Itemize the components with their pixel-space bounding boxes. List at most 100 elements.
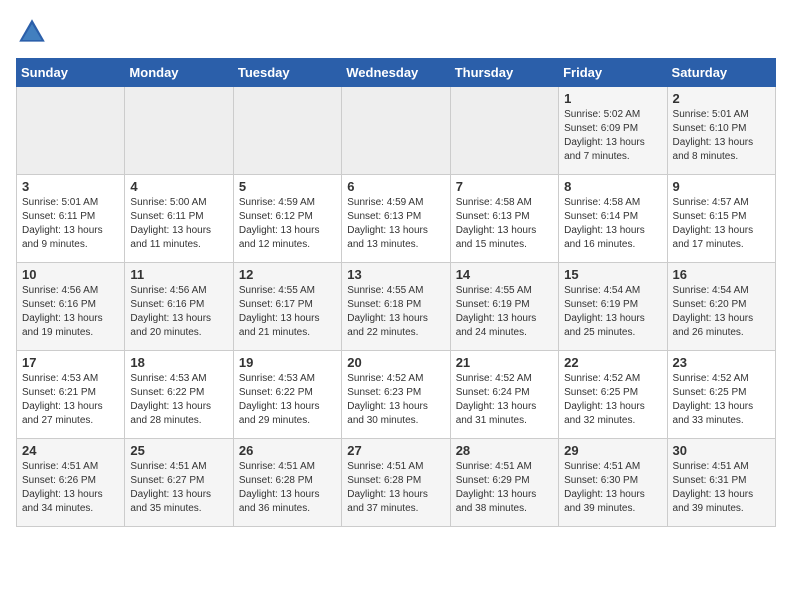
day-number: 7 bbox=[456, 179, 553, 194]
day-number: 30 bbox=[673, 443, 770, 458]
calendar-cell: 13Sunrise: 4:55 AM Sunset: 6:18 PM Dayli… bbox=[342, 263, 450, 351]
calendar-cell: 29 Sunrise: 4:51 AM Sunset: 6:30 PM Dayli… bbox=[559, 439, 667, 527]
weekday-header-saturday: Saturday bbox=[667, 59, 775, 87]
day-number: 21 bbox=[456, 355, 553, 370]
day-number: 25 bbox=[130, 443, 227, 458]
day-number: 20 bbox=[347, 355, 444, 370]
day-number: 8 bbox=[564, 179, 661, 194]
week-row-4: 17 Sunrise: 4:53 AM Sunset: 6:21 PM Dayli… bbox=[17, 351, 776, 439]
weekday-header-monday: Monday bbox=[125, 59, 233, 87]
week-row-3: 10 Sunrise: 4:56 AM Sunset: 6:16 PM Dayli… bbox=[17, 263, 776, 351]
day-number: 19 bbox=[239, 355, 336, 370]
day-info: Sunrise: 4:59 AM Sunset: 6:12 PM Dayligh… bbox=[239, 196, 336, 252]
day-number: 2 bbox=[673, 91, 770, 106]
calendar-cell: 11Sunrise: 4:56 AM Sunset: 6:16 PM Dayli… bbox=[125, 263, 233, 351]
calendar-cell: 16Sunrise: 4:54 AM Sunset: 6:20 PM Dayli… bbox=[667, 263, 775, 351]
day-number: 13 bbox=[347, 267, 444, 282]
day-info: Sunrise: 4:51 AM Sunset: 6:31 PM Dayligh… bbox=[673, 460, 770, 516]
day-number: 3 bbox=[22, 179, 119, 194]
calendar-cell: 6 Sunrise: 4:59 AM Sunset: 6:13 PM Daylig… bbox=[342, 175, 450, 263]
calendar-cell: 19 Sunrise: 4:53 AM Sunset: 6:22 PM Dayli… bbox=[233, 351, 341, 439]
calendar-cell: 22Sunrise: 4:52 AM Sunset: 6:25 PM Dayli… bbox=[559, 351, 667, 439]
calendar-cell: 15 Sunrise: 4:54 AM Sunset: 6:19 PM Dayli… bbox=[559, 263, 667, 351]
day-number: 5 bbox=[239, 179, 336, 194]
day-number: 6 bbox=[347, 179, 444, 194]
day-number: 10 bbox=[22, 267, 119, 282]
calendar-cell bbox=[17, 87, 125, 175]
day-info: Sunrise: 4:55 AM Sunset: 6:19 PM Dayligh… bbox=[456, 284, 553, 340]
weekday-header-wednesday: Wednesday bbox=[342, 59, 450, 87]
day-info: Sunrise: 4:53 AM Sunset: 6:22 PM Dayligh… bbox=[239, 372, 336, 428]
day-info: Sunrise: 4:54 AM Sunset: 6:20 PM Dayligh… bbox=[673, 284, 770, 340]
calendar-cell: 26Sunrise: 4:51 AM Sunset: 6:28 PM Dayli… bbox=[233, 439, 341, 527]
calendar-cell bbox=[125, 87, 233, 175]
header-row: SundayMondayTuesdayWednesdayThursdayFrid… bbox=[17, 59, 776, 87]
calendar-cell: 12 Sunrise: 4:55 AM Sunset: 6:17 PM Dayli… bbox=[233, 263, 341, 351]
day-number: 12 bbox=[239, 267, 336, 282]
calendar-cell: 2 Sunrise: 5:01 AM Sunset: 6:10 PM Daylig… bbox=[667, 87, 775, 175]
calendar-cell: 9 Sunrise: 4:57 AM Sunset: 6:15 PM Daylig… bbox=[667, 175, 775, 263]
day-info: Sunrise: 5:01 AM Sunset: 6:10 PM Dayligh… bbox=[673, 108, 770, 164]
day-info: Sunrise: 4:56 AM Sunset: 6:16 PM Dayligh… bbox=[22, 284, 119, 340]
day-info: Sunrise: 4:56 AM Sunset: 6:16 PM Dayligh… bbox=[130, 284, 227, 340]
logo-icon bbox=[16, 16, 48, 48]
calendar-cell: 17 Sunrise: 4:53 AM Sunset: 6:21 PM Dayli… bbox=[17, 351, 125, 439]
weekday-header-tuesday: Tuesday bbox=[233, 59, 341, 87]
day-info: Sunrise: 4:51 AM Sunset: 6:27 PM Dayligh… bbox=[130, 460, 227, 516]
day-number: 17 bbox=[22, 355, 119, 370]
day-info: Sunrise: 5:00 AM Sunset: 6:11 PM Dayligh… bbox=[130, 196, 227, 252]
day-info: Sunrise: 5:01 AM Sunset: 6:11 PM Dayligh… bbox=[22, 196, 119, 252]
calendar-cell: 3 Sunrise: 5:01 AM Sunset: 6:11 PM Daylig… bbox=[17, 175, 125, 263]
calendar-cell: 28Sunrise: 4:51 AM Sunset: 6:29 PM Dayli… bbox=[450, 439, 558, 527]
day-info: Sunrise: 4:52 AM Sunset: 6:23 PM Dayligh… bbox=[347, 372, 444, 428]
calendar-cell bbox=[233, 87, 341, 175]
day-number: 14 bbox=[456, 267, 553, 282]
day-number: 4 bbox=[130, 179, 227, 194]
calendar-cell: 20 Sunrise: 4:52 AM Sunset: 6:23 PM Dayli… bbox=[342, 351, 450, 439]
day-info: Sunrise: 4:52 AM Sunset: 6:25 PM Dayligh… bbox=[673, 372, 770, 428]
day-info: Sunrise: 4:58 AM Sunset: 6:13 PM Dayligh… bbox=[456, 196, 553, 252]
calendar-cell bbox=[342, 87, 450, 175]
day-info: Sunrise: 4:54 AM Sunset: 6:19 PM Dayligh… bbox=[564, 284, 661, 340]
day-info: Sunrise: 4:51 AM Sunset: 6:30 PM Dayligh… bbox=[564, 460, 661, 516]
calendar-cell: 1 Sunrise: 5:02 AM Sunset: 6:09 PM Daylig… bbox=[559, 87, 667, 175]
calendar-cell: 18Sunrise: 4:53 AM Sunset: 6:22 PM Dayli… bbox=[125, 351, 233, 439]
weekday-header-friday: Friday bbox=[559, 59, 667, 87]
page-header bbox=[16, 16, 776, 48]
calendar-cell: 21Sunrise: 4:52 AM Sunset: 6:24 PM Dayli… bbox=[450, 351, 558, 439]
day-info: Sunrise: 5:02 AM Sunset: 6:09 PM Dayligh… bbox=[564, 108, 661, 164]
day-info: Sunrise: 4:58 AM Sunset: 6:14 PM Dayligh… bbox=[564, 196, 661, 252]
weekday-header-thursday: Thursday bbox=[450, 59, 558, 87]
day-info: Sunrise: 4:51 AM Sunset: 6:26 PM Dayligh… bbox=[22, 460, 119, 516]
week-row-5: 24 Sunrise: 4:51 AM Sunset: 6:26 PM Dayli… bbox=[17, 439, 776, 527]
day-info: Sunrise: 4:55 AM Sunset: 6:17 PM Dayligh… bbox=[239, 284, 336, 340]
calendar-table: SundayMondayTuesdayWednesdayThursdayFrid… bbox=[16, 58, 776, 527]
day-number: 23 bbox=[673, 355, 770, 370]
calendar-cell: 25 Sunrise: 4:51 AM Sunset: 6:27 PM Dayli… bbox=[125, 439, 233, 527]
day-info: Sunrise: 4:53 AM Sunset: 6:22 PM Dayligh… bbox=[130, 372, 227, 428]
day-info: Sunrise: 4:59 AM Sunset: 6:13 PM Dayligh… bbox=[347, 196, 444, 252]
week-row-2: 3 Sunrise: 5:01 AM Sunset: 6:11 PM Daylig… bbox=[17, 175, 776, 263]
weekday-header-sunday: Sunday bbox=[17, 59, 125, 87]
day-info: Sunrise: 4:51 AM Sunset: 6:28 PM Dayligh… bbox=[239, 460, 336, 516]
calendar-cell: 27Sunrise: 4:51 AM Sunset: 6:28 PM Dayli… bbox=[342, 439, 450, 527]
calendar-cell bbox=[450, 87, 558, 175]
day-number: 9 bbox=[673, 179, 770, 194]
calendar-cell: 5 Sunrise: 4:59 AM Sunset: 6:12 PM Daylig… bbox=[233, 175, 341, 263]
week-row-1: 1 Sunrise: 5:02 AM Sunset: 6:09 PM Daylig… bbox=[17, 87, 776, 175]
calendar-cell: 7 Sunrise: 4:58 AM Sunset: 6:13 PM Daylig… bbox=[450, 175, 558, 263]
calendar-cell: 24 Sunrise: 4:51 AM Sunset: 6:26 PM Dayli… bbox=[17, 439, 125, 527]
calendar-cell: 10 Sunrise: 4:56 AM Sunset: 6:16 PM Dayli… bbox=[17, 263, 125, 351]
day-number: 24 bbox=[22, 443, 119, 458]
day-info: Sunrise: 4:57 AM Sunset: 6:15 PM Dayligh… bbox=[673, 196, 770, 252]
calendar-cell: 4 Sunrise: 5:00 AM Sunset: 6:11 PM Daylig… bbox=[125, 175, 233, 263]
day-number: 1 bbox=[564, 91, 661, 106]
day-number: 15 bbox=[564, 267, 661, 282]
calendar-cell: 30 Sunrise: 4:51 AM Sunset: 6:31 PM Dayli… bbox=[667, 439, 775, 527]
day-info: Sunrise: 4:53 AM Sunset: 6:21 PM Dayligh… bbox=[22, 372, 119, 428]
day-number: 22 bbox=[564, 355, 661, 370]
day-number: 29 bbox=[564, 443, 661, 458]
calendar-cell: 23 Sunrise: 4:52 AM Sunset: 6:25 PM Dayli… bbox=[667, 351, 775, 439]
calendar-cell: 14 Sunrise: 4:55 AM Sunset: 6:19 PM Dayli… bbox=[450, 263, 558, 351]
day-info: Sunrise: 4:51 AM Sunset: 6:28 PM Dayligh… bbox=[347, 460, 444, 516]
